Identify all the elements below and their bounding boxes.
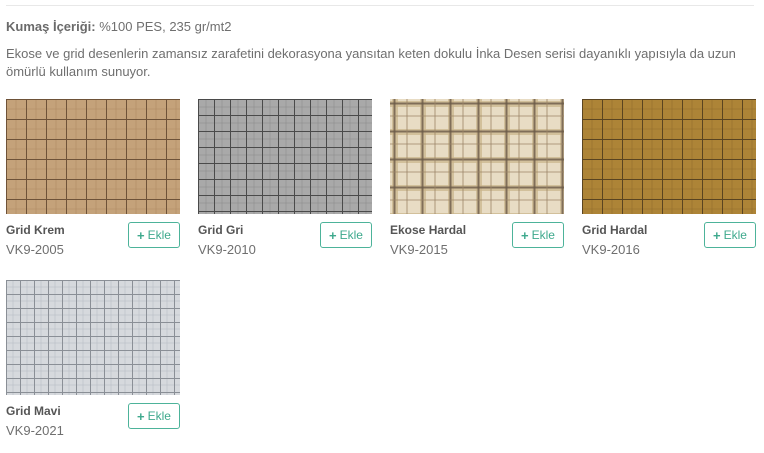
- product-name: Grid Hardal: [582, 223, 648, 237]
- fabric-swatch-grid-mavi[interactable]: [6, 280, 180, 395]
- fabric-description: Ekose ve grid desenlerin zamansız zarafe…: [6, 46, 736, 79]
- plus-icon: +: [713, 227, 721, 243]
- add-button-grid-gri[interactable]: + Ekle: [320, 222, 372, 248]
- fabric-swatch-grid-hardal[interactable]: [582, 99, 756, 214]
- fabric-swatch-grid-gri[interactable]: [198, 99, 372, 214]
- plus-icon: +: [137, 408, 145, 424]
- product-code: VK9-2005: [6, 242, 64, 257]
- product-card: Grid Hardal VK9-2016 + Ekle: [582, 99, 756, 257]
- product-card: Ekose Hardal VK9-2015 + Ekle: [390, 99, 564, 257]
- product-code: VK9-2010: [198, 242, 256, 257]
- product-name: Ekose Hardal: [390, 223, 467, 237]
- plus-icon: +: [137, 227, 145, 243]
- add-button-grid-krem[interactable]: + Ekle: [128, 222, 180, 248]
- add-button-label: Ekle: [147, 409, 171, 423]
- fabric-swatch-ekose-hardal[interactable]: [390, 99, 564, 214]
- product-card: Grid Mavi VK9-2021 + Ekle: [6, 280, 180, 438]
- add-button-label: Ekle: [531, 228, 555, 242]
- fabric-content-label: Kumaş İçeriği:: [6, 19, 96, 34]
- add-button-grid-hardal[interactable]: + Ekle: [704, 222, 756, 248]
- fabric-content: Kumaş İçeriği: %100 PES, 235 gr/mt2: [6, 19, 231, 34]
- product-code: VK9-2015: [390, 242, 448, 257]
- top-divider: [6, 5, 754, 6]
- product-name: Grid Mavi: [6, 404, 61, 418]
- add-button-label: Ekle: [147, 228, 171, 242]
- product-code: VK9-2021: [6, 423, 64, 438]
- add-button-grid-mavi[interactable]: + Ekle: [128, 403, 180, 429]
- fabric-swatch-grid-krem[interactable]: [6, 99, 180, 214]
- add-button-label: Ekle: [339, 228, 363, 242]
- product-card: Grid Gri VK9-2010 + Ekle: [198, 99, 372, 257]
- add-button-ekose-hardal[interactable]: + Ekle: [512, 222, 564, 248]
- plus-icon: +: [329, 227, 337, 243]
- product-card: Grid Krem VK9-2005 + Ekle: [6, 99, 180, 257]
- add-button-label: Ekle: [723, 228, 747, 242]
- product-name: Grid Gri: [198, 223, 244, 237]
- plus-icon: +: [521, 227, 529, 243]
- product-code: VK9-2016: [582, 242, 640, 257]
- fabric-content-value: %100 PES, 235 gr/mt2: [99, 19, 232, 34]
- product-name: Grid Krem: [6, 223, 65, 237]
